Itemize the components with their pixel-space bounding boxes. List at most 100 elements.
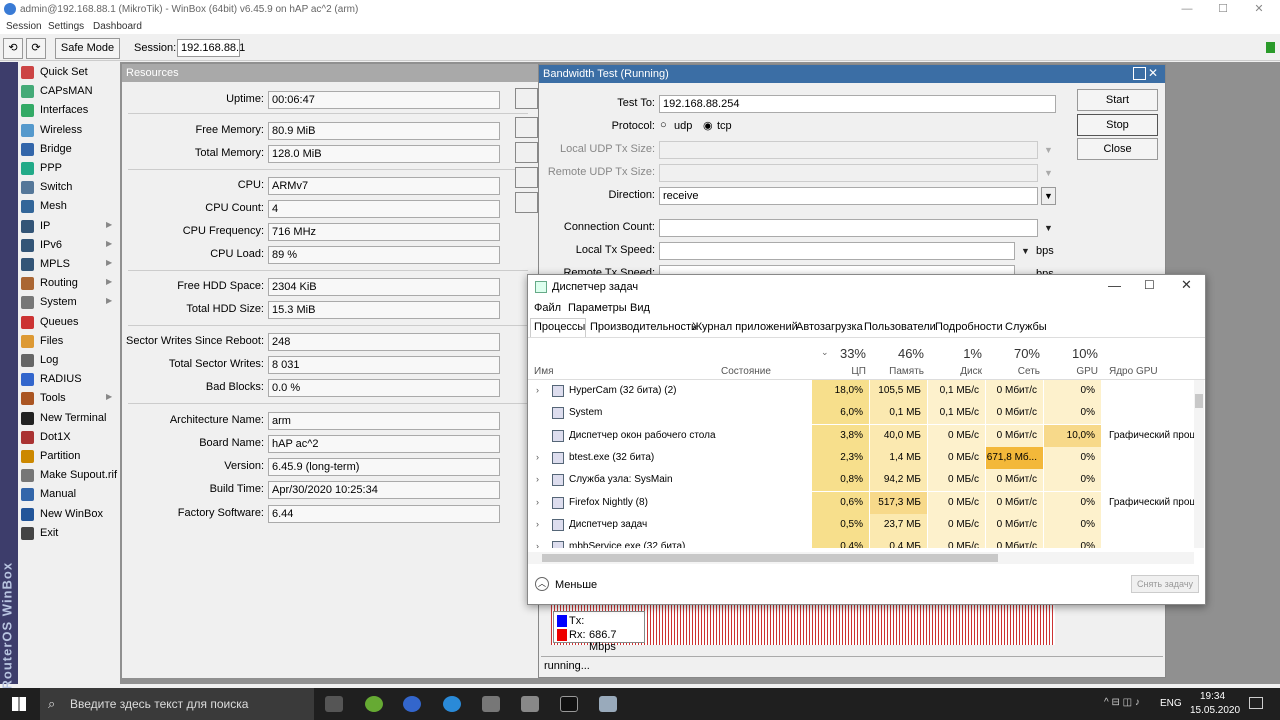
process-row[interactable]: Диспетчер окон рабочего стола 3,8% 40,0 МБ… <box>528 424 1194 447</box>
expand-chevron-icon[interactable]: › <box>536 497 539 507</box>
sidebar-item-new-terminal[interactable]: New Terminal <box>18 409 118 428</box>
start-button[interactable]: Start <box>1077 89 1158 111</box>
sidebar-item-exit[interactable]: Exit <box>18 524 118 543</box>
direction-dropdown-icon[interactable]: ▼ <box>1041 187 1056 205</box>
col-cpu-percent[interactable]: 33% <box>812 346 866 361</box>
stop-button[interactable]: Stop <box>1077 114 1158 136</box>
sidebar-item-files[interactable]: Files <box>18 332 118 351</box>
col-memory-percent[interactable]: 46% <box>870 346 924 361</box>
col-memory[interactable]: Память <box>870 366 924 377</box>
sidebar-item-system[interactable]: System ▶ <box>18 293 118 312</box>
col-disk[interactable]: Диск <box>928 366 982 377</box>
col-network-percent[interactable]: 70% <box>986 346 1040 361</box>
minimize-icon[interactable]: — <box>1108 278 1121 293</box>
task-manager-taskbar-icon[interactable] <box>599 696 617 712</box>
sidebar-item-quick-set[interactable]: Quick Set <box>18 63 118 82</box>
resources-button[interactable] <box>515 117 538 138</box>
menu-file[interactable]: Файл <box>534 302 561 314</box>
task-view-icon[interactable] <box>325 696 343 712</box>
expand-chevron-icon[interactable]: › <box>536 519 539 529</box>
col-state[interactable]: Состояние <box>721 366 771 377</box>
direction-select[interactable]: receive <box>659 187 1038 205</box>
col-network[interactable]: Сеть <box>986 366 1040 377</box>
expand-chevron-icon[interactable]: › <box>536 474 539 484</box>
sidebar-item-routing[interactable]: Routing ▶ <box>18 274 118 293</box>
collapse-icon[interactable]: ︿ <box>535 577 549 591</box>
expand-chevron-icon[interactable]: › <box>536 452 539 462</box>
process-row[interactable]: › Служба узла: SysMain 0,8% 94,2 МБ 0 МБ/с 0 … <box>528 469 1194 492</box>
app-icon[interactable] <box>521 696 539 712</box>
sidebar-item-tools[interactable]: Tools ▶ <box>18 389 118 408</box>
process-row[interactable]: › Диспетчер задач 0,5% 23,7 МБ 0 МБ/с 0 Мбит/… <box>528 513 1194 536</box>
sidebar-item-queues[interactable]: Queues <box>18 313 118 332</box>
taskbar-search-input[interactable]: Введите здесь текст для поиска <box>40 688 314 720</box>
col-gpu-percent[interactable]: 10% <box>1044 346 1098 361</box>
tab-startup[interactable]: Автозагрузка <box>796 321 863 333</box>
sidebar-item-dot1x[interactable]: Dot1X <box>18 428 118 447</box>
col-gpu-core[interactable]: Ядро GPU <box>1109 366 1158 377</box>
close-button[interactable]: ✕ <box>1242 0 1276 20</box>
dropdown-icon[interactable]: ▼ <box>1044 223 1053 233</box>
test-to-field[interactable]: 192.168.88.254 <box>659 95 1056 113</box>
maximize-icon[interactable]: ☐ <box>1144 278 1155 292</box>
process-row[interactable]: › Firefox Nightly (8) 0,6% 517,3 МБ 0 МБ/с 0 … <box>528 491 1194 514</box>
process-row[interactable]: › btest.exe (32 бита) 2,3% 1,4 МБ 0 МБ/с 671,… <box>528 446 1194 469</box>
sidebar-item-mesh[interactable]: Mesh <box>18 197 118 216</box>
app-icon[interactable] <box>365 696 383 712</box>
vertical-scrollbar[interactable] <box>1194 380 1204 548</box>
windows-start-icon[interactable] <box>12 697 26 711</box>
minimize-button[interactable]: — <box>1170 0 1204 20</box>
sidebar-item-manual[interactable]: Manual <box>18 485 118 504</box>
close-window-button[interactable]: Close <box>1077 138 1158 160</box>
menu-view[interactable]: Вид <box>630 302 650 314</box>
scrollbar-thumb[interactable] <box>542 554 998 562</box>
fewer-details-link[interactable]: Меньше <box>555 579 597 591</box>
undo-button[interactable]: ⟲ <box>3 38 23 59</box>
resources-button[interactable] <box>515 88 538 109</box>
tcp-radio[interactable]: ◉ <box>703 119 713 132</box>
sidebar-item-partition[interactable]: Partition <box>18 447 118 466</box>
sidebar-item-log[interactable]: Log <box>18 351 118 370</box>
sidebar-item-interfaces[interactable]: Interfaces <box>18 101 118 120</box>
terminal-icon[interactable] <box>560 696 578 712</box>
maximize-icon[interactable] <box>1133 67 1146 80</box>
process-row[interactable]: System 6,0% 0,1 МБ 0,1 МБ/с 0 Мбит/с 0% <box>528 402 1194 425</box>
sidebar-item-ip[interactable]: IP ▶ <box>18 217 118 236</box>
process-row[interactable]: › HyperCam (32 бита) (2) 18,0% 105,5 МБ 0,1 … <box>528 380 1194 402</box>
sidebar-item-new-winbox[interactable]: New WinBox <box>18 505 118 524</box>
col-cpu[interactable]: ЦП <box>812 366 866 377</box>
process-row[interactable]: › mbbService.exe (32 бита) 0,4% 0,4 МБ 0 МБ/… <box>528 536 1194 548</box>
connection-count-field[interactable] <box>659 219 1038 237</box>
safe-mode-button[interactable]: Safe Mode <box>55 38 120 59</box>
expand-chevron-icon[interactable]: › <box>536 541 539 548</box>
clock-time[interactable]: 19:34 <box>1200 691 1225 702</box>
local-tx-field[interactable] <box>659 242 1015 260</box>
menu-session[interactable]: Session <box>6 21 42 32</box>
sidebar-item-mpls[interactable]: MPLS ▶ <box>18 255 118 274</box>
menu-settings[interactable]: Settings <box>48 21 84 32</box>
resources-button[interactable] <box>515 192 538 213</box>
scrollbar-thumb[interactable] <box>1195 394 1203 408</box>
resources-button[interactable] <box>515 167 538 188</box>
sidebar-item-wireless[interactable]: Wireless <box>18 121 118 140</box>
udp-radio[interactable]: ○ <box>660 119 667 131</box>
expand-chevron-icon[interactable]: › <box>536 385 539 395</box>
hypercam-icon[interactable] <box>482 696 500 712</box>
tab-app-history[interactable]: Журнал приложений <box>692 321 798 333</box>
col-name[interactable]: Имя <box>534 366 553 377</box>
sidebar-item-bridge[interactable]: Bridge <box>18 140 118 159</box>
redo-button[interactable]: ⟳ <box>26 38 46 59</box>
horizontal-scrollbar[interactable] <box>528 552 1194 564</box>
skype-icon[interactable] <box>443 696 461 712</box>
tab-processes[interactable]: Процессы <box>534 321 585 333</box>
menu-dashboard[interactable]: Dashboard <box>93 21 142 32</box>
dropdown-icon[interactable]: ▼ <box>1021 246 1030 256</box>
maximize-button[interactable]: ☐ <box>1206 0 1240 20</box>
notification-icon[interactable] <box>1249 697 1263 709</box>
clock-date[interactable]: 15.05.2020 <box>1190 705 1240 716</box>
close-icon[interactable]: ✕ <box>1181 277 1192 293</box>
sidebar-item-ppp[interactable]: PPP <box>18 159 118 178</box>
language-indicator[interactable]: ENG <box>1160 698 1182 709</box>
sidebar-item-switch[interactable]: Switch <box>18 178 118 197</box>
sidebar-item-radius[interactable]: RADIUS <box>18 370 118 389</box>
